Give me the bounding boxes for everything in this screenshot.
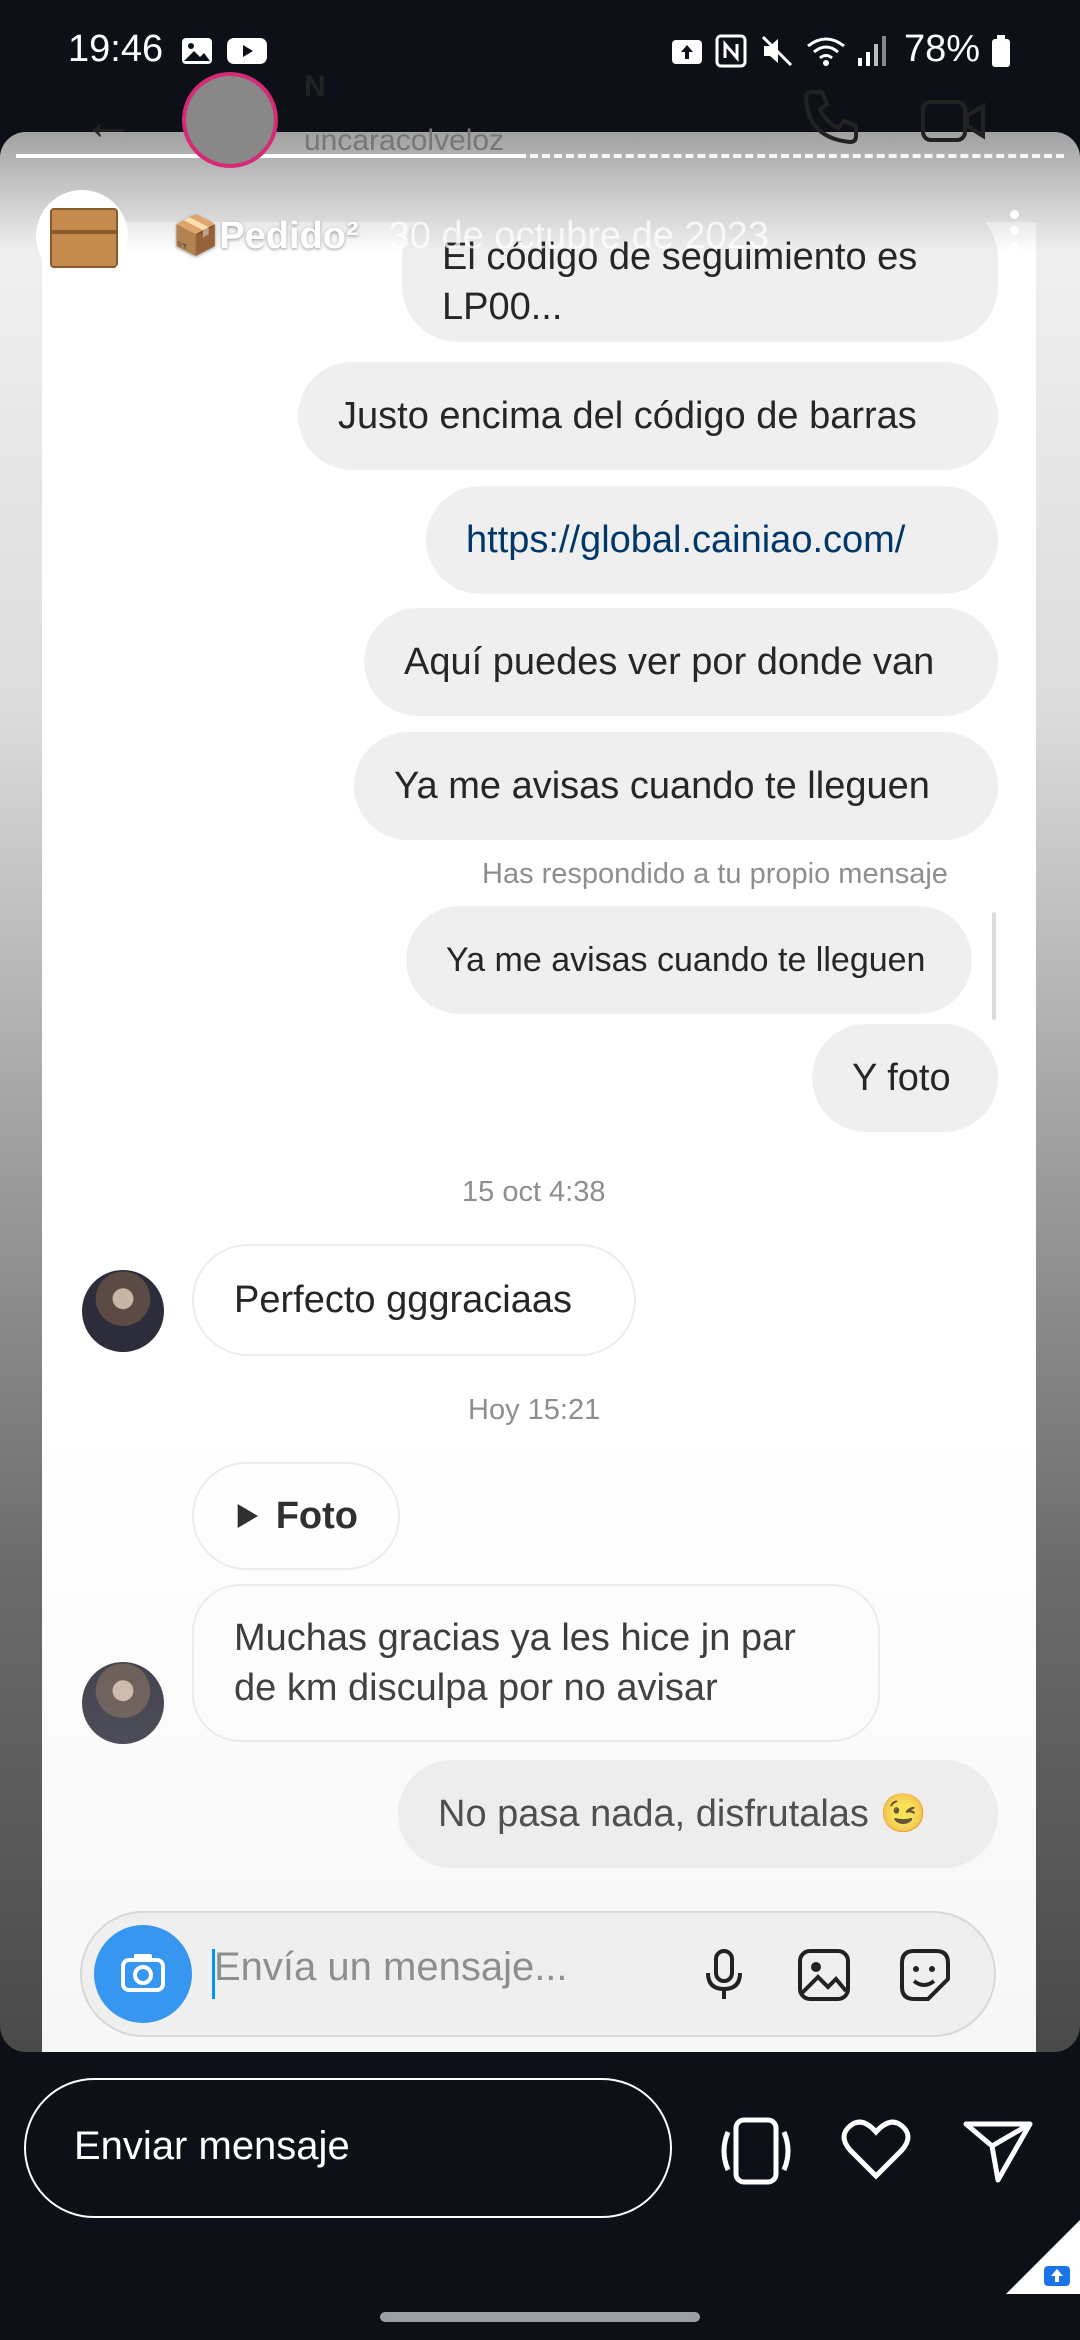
reply-indicator-bar [992, 912, 996, 1020]
back-arrow-icon[interactable]: ← [82, 92, 134, 152]
heart-icon[interactable] [840, 2116, 912, 2182]
reply-input[interactable]: Enviar mensaje [24, 2078, 672, 2218]
sticker-icon[interactable] [894, 1945, 954, 2005]
message-input[interactable]: Envía un mensaje... [214, 1945, 568, 1990]
boomerang-icon[interactable] [718, 2116, 794, 2186]
message-bubble-outgoing: Y foto [812, 1024, 998, 1132]
timestamp: 15 oct 4:38 [462, 1176, 606, 1208]
message-text: Perfecto gggraciaas [234, 1279, 572, 1321]
photo-message[interactable]: Foto [192, 1462, 400, 1570]
dm-screenshot: El código de seguimiento es LP00... Just… [42, 222, 1036, 2052]
reply-placeholder: Enviar mensaje [74, 2124, 350, 2168]
message-text: Ya me avisas cuando te lleguen [446, 941, 926, 979]
message-text: Y foto [852, 1057, 951, 1099]
mute-icon [761, 35, 793, 67]
play-icon [237, 1503, 259, 1529]
status-time: 19:46 [68, 28, 164, 70]
message-link[interactable]: https://global.cainiao.com/ [466, 515, 905, 565]
replied-message-preview[interactable]: Ya me avisas cuando te lleguen [406, 906, 972, 1014]
message-text: Aquí puedes ver por donde van [404, 641, 935, 683]
phone-icon[interactable] [800, 86, 862, 148]
signal-icon [858, 36, 886, 66]
reply-caption: Has respondido a tu propio mensaje [482, 858, 948, 890]
contact-avatar [82, 1270, 164, 1352]
battery-icon [992, 35, 1010, 67]
message-bubble-incoming: Perfecto gggraciaas [192, 1244, 636, 1356]
story-viewer: El código de seguimiento es LP00... Just… [0, 132, 1080, 2052]
message-text: Justo encima del código de barras [338, 395, 917, 437]
wifi-icon [807, 37, 845, 66]
message-text: Ya me avisas cuando te lleguen [394, 765, 930, 807]
message-bubble-link[interactable]: https://global.cainiao.com/ [426, 486, 998, 594]
microphone-icon[interactable] [694, 1945, 754, 2005]
status-bar: 19:46 78% [0, 0, 1080, 105]
message-composer: Envía un mensaje... [80, 1911, 996, 2037]
contact-handle: uncaracolveloz [304, 124, 505, 157]
message-bubble-incoming: Muchas gracias ya les hice jn par de km … [192, 1584, 880, 1742]
contact-avatar [82, 1662, 164, 1744]
timestamp: Hoy 15:21 [468, 1394, 601, 1426]
youtube-icon [227, 38, 267, 64]
photo-label: Foto [275, 1495, 358, 1537]
send-icon[interactable] [962, 2116, 1034, 2186]
message-text: No pasa nada, disfrutalas 😉 [438, 1793, 927, 1835]
nfc-icon [715, 34, 747, 68]
contact-name: N [304, 70, 326, 103]
message-bubble-outgoing: Justo encima del código de barras [298, 362, 998, 470]
message-bubble-outgoing: Aquí puedes ver por donde van [364, 608, 998, 716]
message-bubble-outgoing: Ya me avisas cuando te lleguen [354, 732, 998, 840]
upload-icon [672, 40, 702, 64]
video-call-icon[interactable] [920, 96, 986, 146]
battery-level: 78% [903, 28, 980, 70]
image-icon [182, 38, 212, 64]
message-bubble-outgoing: No pasa nada, disfrutalas 😉 [398, 1760, 998, 1868]
contact-avatar-ring[interactable] [182, 72, 278, 168]
gallery-icon[interactable] [794, 1945, 854, 2005]
camera-icon [121, 1954, 165, 1992]
screenshot-corner-icon[interactable] [1006, 2220, 1080, 2294]
dm-header: ← N uncaracolveloz [42, 70, 1036, 226]
camera-button[interactable] [94, 1925, 192, 2023]
home-indicator[interactable] [380, 2312, 700, 2322]
message-text: Muchas gracias ya les hice jn par de km … [234, 1617, 796, 1709]
